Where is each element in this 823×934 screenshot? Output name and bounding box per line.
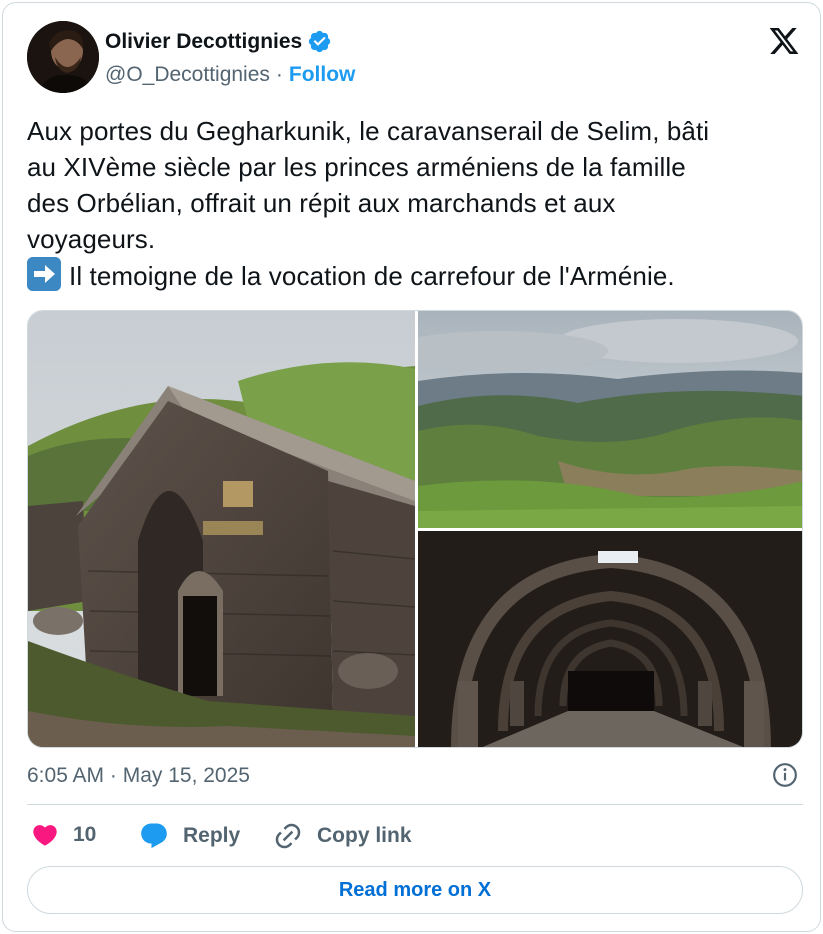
arrow-right-emoji-icon (27, 257, 61, 291)
tweet-line: Il temoigne de la vocation de carrefour … (69, 261, 675, 291)
read-more-label: Read more on X (338, 878, 492, 901)
copy-link-button[interactable]: Copy link (273, 821, 412, 851)
verified-badge-icon (309, 30, 331, 53)
tweet-text: Aux portes du Gegharkunik, le caravanser… (27, 113, 807, 294)
avatar[interactable] (27, 21, 99, 93)
tweet-card: Olivier Decottignies @O_Decottignies · F… (2, 2, 821, 932)
author-handle-row: @O_Decottignies · Follow (105, 63, 355, 87)
reply-bubble-icon (141, 823, 167, 849)
x-logo-icon[interactable] (767, 25, 801, 57)
valley-landscape-photo[interactable] (418, 311, 802, 528)
tweet-line: des Orbélian, offrait un répit aux march… (27, 188, 616, 218)
tweet-line: voyageurs. (27, 224, 156, 254)
heart-icon (33, 825, 57, 846)
reply-label: Reply (183, 824, 241, 847)
read-more-button[interactable]: Read more on X (27, 866, 803, 914)
tweet-line-with-emoji: Il temoigne de la vocation de carrefour … (27, 257, 807, 294)
vaulted-interior-photo[interactable] (418, 531, 802, 747)
separator-dot: · (275, 63, 283, 86)
caravanserai-exterior-photo[interactable] (28, 311, 415, 747)
like-button[interactable]: 10 (31, 821, 96, 849)
link-icon (275, 823, 301, 849)
media-grid (27, 310, 803, 748)
reply-button[interactable]: Reply (139, 821, 240, 851)
tweet-line: au XIVème siècle par les princes arménie… (27, 152, 686, 182)
info-icon[interactable] (772, 762, 798, 788)
author-handle[interactable]: @O_Decottignies (105, 63, 270, 87)
tweet-timestamp[interactable]: 6:05 AM · May 15, 2025 (27, 764, 250, 788)
divider (27, 804, 803, 805)
author-name-row: Olivier Decottignies (105, 29, 332, 54)
like-count: 10 (73, 823, 97, 846)
author-name[interactable]: Olivier Decottignies (105, 30, 302, 54)
copy-link-label: Copy link (317, 824, 412, 847)
tweet-line: Aux portes du Gegharkunik, le caravanser… (27, 116, 710, 146)
follow-button[interactable]: Follow (289, 63, 356, 87)
